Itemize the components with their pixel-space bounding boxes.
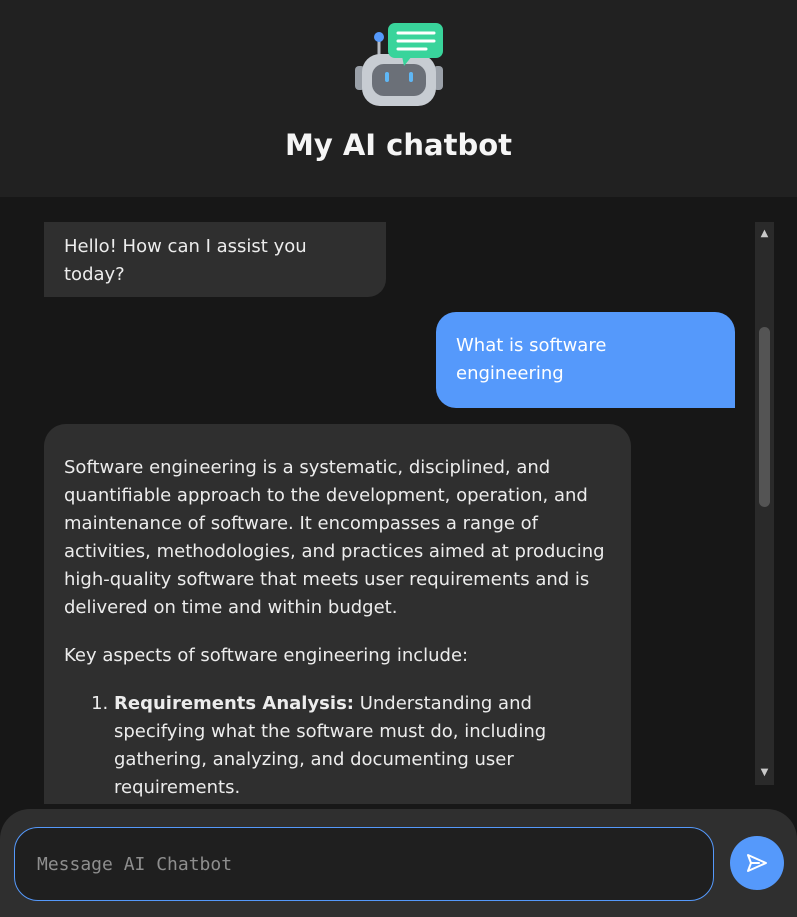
page-title: My AI chatbot: [284, 128, 512, 162]
message-text: Hello! How can I assist you today?: [64, 236, 307, 285]
scrollbar[interactable]: ▲ ▼: [755, 222, 774, 785]
send-icon: [747, 854, 767, 872]
message-text: What is software engineering: [456, 335, 607, 384]
scroll-up-arrow-icon[interactable]: ▲: [755, 224, 774, 242]
app-header: My AI chatbot: [0, 0, 797, 197]
robot-chat-icon: [355, 23, 443, 106]
scroll-down-arrow-icon[interactable]: ▼: [755, 763, 774, 781]
message-composer: [0, 809, 797, 917]
send-button[interactable]: [730, 836, 784, 890]
scrollbar-thumb[interactable]: [759, 327, 770, 507]
chat-messages[interactable]: Hello! How can I assist you today? What …: [0, 197, 797, 809]
message-list: Requirements Analysis: Understanding and…: [64, 690, 611, 802]
list-item-title: Requirements Analysis:: [114, 693, 354, 714]
bot-message: Software engineering is a systematic, di…: [44, 424, 631, 804]
message-paragraph: Key aspects of software engineering incl…: [64, 645, 469, 666]
user-message: What is software engineering: [436, 312, 735, 408]
message-paragraph: Software engineering is a systematic, di…: [64, 457, 605, 618]
bot-message: Hello! How can I assist you today?: [44, 222, 386, 297]
list-item: Requirements Analysis: Understanding and…: [114, 690, 611, 802]
message-input[interactable]: [14, 827, 714, 901]
